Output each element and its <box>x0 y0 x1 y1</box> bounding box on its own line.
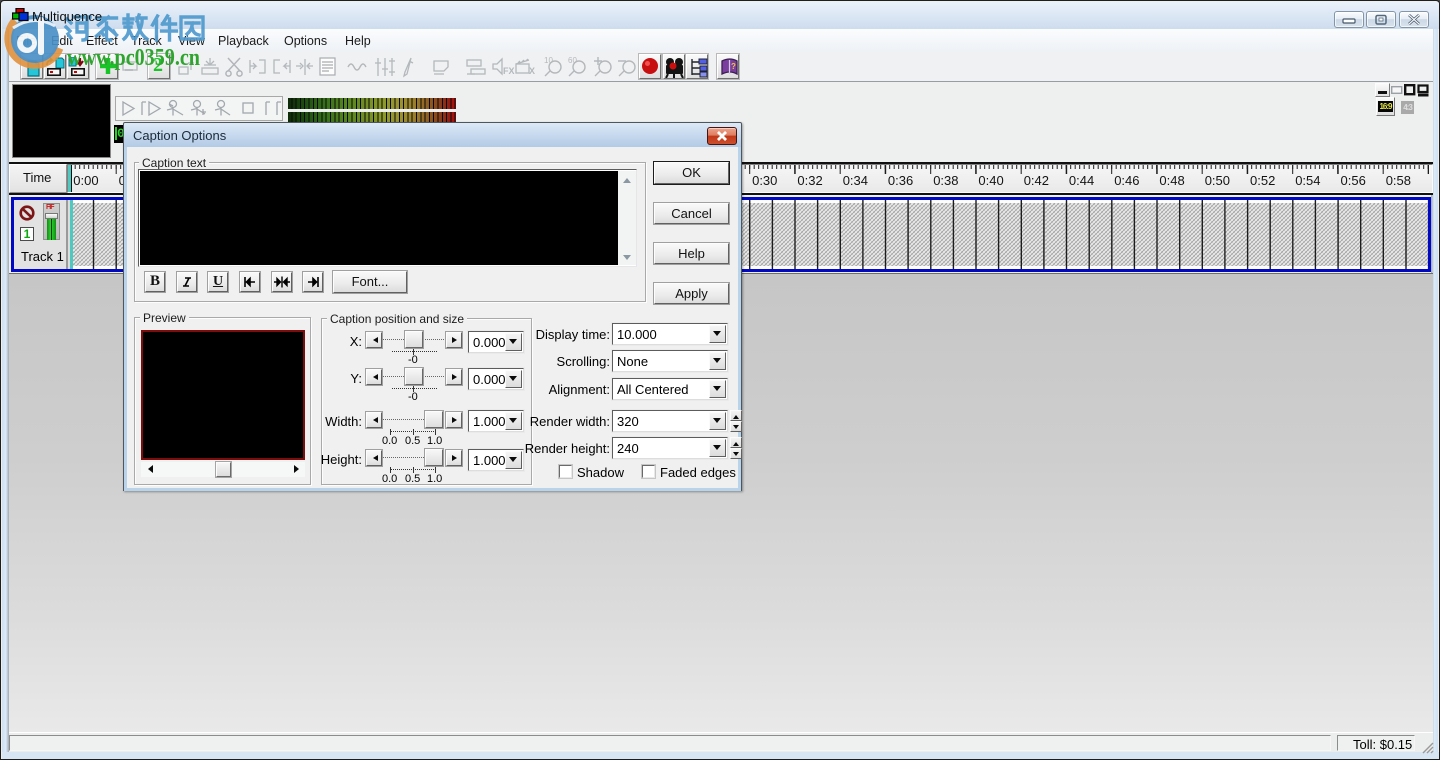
svg-text:FX: FX <box>503 66 515 76</box>
svg-text:?: ? <box>731 62 736 71</box>
svg-text:www.pc0359.cn: www.pc0359.cn <box>67 45 200 71</box>
svg-text:X: X <box>529 66 535 76</box>
svg-text:60: 60 <box>568 56 577 65</box>
svg-text:10: 10 <box>544 56 553 65</box>
